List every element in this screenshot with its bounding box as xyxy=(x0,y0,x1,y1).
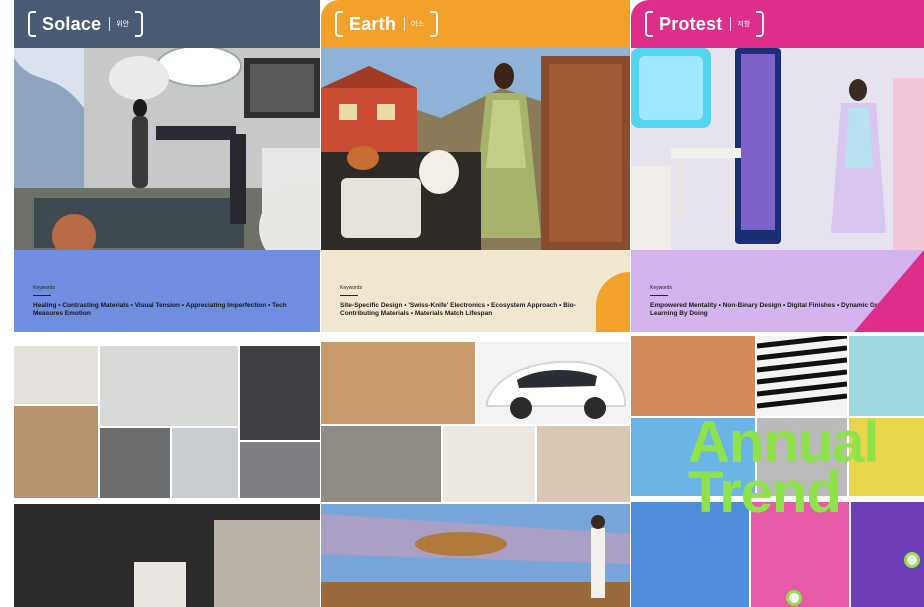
annual-trend-overlay: Annual Trend xyxy=(688,414,918,525)
hero-image xyxy=(631,48,924,250)
image-tile xyxy=(757,336,847,416)
title-divider xyxy=(109,17,111,31)
panel-title: Solace xyxy=(42,13,102,34)
decorative-dot xyxy=(786,590,802,606)
panel-title-korean: 위안 xyxy=(116,21,130,28)
hero-collage xyxy=(14,48,320,250)
image-tile xyxy=(214,520,320,607)
panel-title: Earth xyxy=(349,13,397,34)
panel-header: Solace 위안 xyxy=(14,0,320,48)
keywords-rule xyxy=(650,295,668,296)
trend-board: Solace 위안 Keywords Healing • Contrasting… xyxy=(0,0,924,607)
panel-header: Protest 저항 xyxy=(631,0,924,48)
image-tile xyxy=(537,426,630,502)
right-bracket-icon xyxy=(135,11,144,37)
stripes-image xyxy=(757,336,847,416)
car-image xyxy=(486,360,626,419)
panel-title-badge: Protest 저항 xyxy=(645,10,765,38)
hero-collage xyxy=(321,48,630,250)
right-bracket-icon xyxy=(429,11,438,37)
keywords-block: Keywords Site-Specific Design • 'Swiss-K… xyxy=(321,250,630,332)
keywords-label: Keywords xyxy=(650,285,672,291)
panel-title-badge: Solace 위안 xyxy=(28,10,144,38)
keywords-text: Site-Specific Design • 'Swiss-Knife' Ele… xyxy=(340,302,576,317)
corner-accent xyxy=(596,272,630,332)
panel-solace: Solace 위안 Keywords Healing • Contrasting… xyxy=(14,0,320,607)
image-tile xyxy=(321,342,475,424)
image-tile xyxy=(134,562,186,607)
panel-earth: Earth 어스 Keywords Site-Specific Design •… xyxy=(321,0,630,607)
title-divider xyxy=(730,17,732,31)
panel-title-korean: 어스 xyxy=(411,21,424,28)
image-tile xyxy=(321,426,441,502)
right-bracket-icon xyxy=(756,11,765,37)
left-bracket-icon xyxy=(28,11,36,37)
decorative-dot xyxy=(904,552,920,568)
panel-header: Earth 어스 xyxy=(321,0,630,48)
keywords-text: Healing • Contrasting Materials • Visual… xyxy=(33,302,287,317)
image-grid xyxy=(14,332,320,607)
keywords-block: Keywords Healing • Contrasting Materials… xyxy=(14,250,320,332)
hero-collage xyxy=(631,48,924,250)
image-tile xyxy=(631,336,755,416)
image-tile xyxy=(849,336,924,416)
hero-image xyxy=(14,48,320,250)
panel-title-badge: Earth 어스 xyxy=(335,10,438,38)
image-tile xyxy=(100,428,170,498)
image-tile xyxy=(443,426,535,502)
overlay-line2: Trend xyxy=(688,460,842,525)
canopy-image xyxy=(321,504,630,607)
hero-image xyxy=(321,48,630,250)
image-tile xyxy=(100,346,238,426)
image-tile xyxy=(14,346,98,404)
corner-accent xyxy=(854,250,924,332)
image-tile xyxy=(172,428,238,498)
keywords-label: Keywords xyxy=(33,285,55,291)
panel-title: Protest xyxy=(659,13,723,34)
keywords-rule xyxy=(340,295,358,296)
image-tile xyxy=(240,346,320,440)
keywords-label: Keywords xyxy=(340,285,362,291)
image-tile xyxy=(477,342,630,424)
left-bracket-icon xyxy=(645,11,653,37)
title-divider xyxy=(404,17,406,31)
image-tile xyxy=(321,504,630,607)
left-bracket-icon xyxy=(335,11,343,37)
image-tile xyxy=(14,406,98,498)
keywords-rule xyxy=(33,295,51,296)
panel-title-korean: 저항 xyxy=(737,21,751,28)
keywords-block: Keywords Empowered Mentality • Non-Binar… xyxy=(631,250,924,332)
image-tile xyxy=(240,442,320,498)
image-grid xyxy=(321,332,630,607)
